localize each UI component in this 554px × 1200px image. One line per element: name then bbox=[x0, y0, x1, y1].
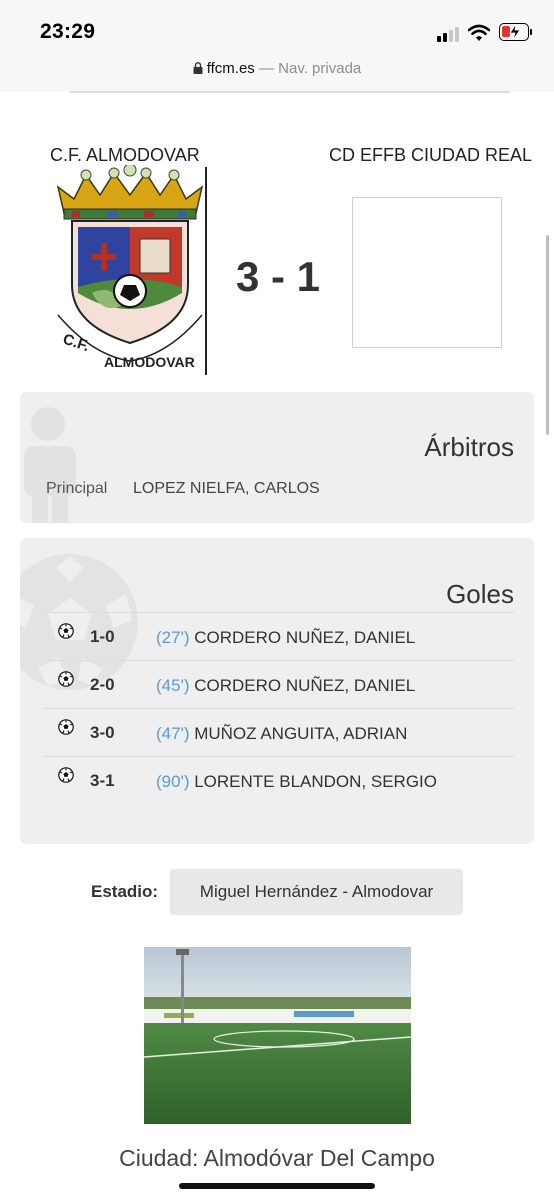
home-team-name[interactable]: C.F. ALMODOVAR bbox=[50, 145, 200, 166]
url-content[interactable]: ffcm.es — Nav. privada bbox=[0, 60, 554, 77]
scroll-indicator[interactable] bbox=[546, 235, 549, 435]
goal-score: 2-0 bbox=[90, 675, 115, 694]
goals-title: Goles bbox=[446, 579, 514, 609]
home-indicator[interactable] bbox=[179, 1183, 375, 1189]
referee-role: Principal bbox=[46, 480, 108, 497]
private-mode-label: Nav. privada bbox=[278, 60, 362, 77]
battery-icon bbox=[499, 23, 529, 41]
url-separator: — bbox=[254, 60, 279, 77]
goal-row: 3-0 (47') MUÑOZ ANGUITA, ADRIAN bbox=[44, 708, 514, 756]
goal-row: 3-1 (90') LORENTE BLANDON, SERGIO bbox=[44, 756, 514, 804]
soccer-ball-icon bbox=[58, 623, 74, 639]
svg-text:C.F.: C.F. bbox=[61, 331, 92, 355]
stadium-label: Estadio: bbox=[91, 882, 159, 901]
header-divider bbox=[70, 91, 510, 93]
goal-player[interactable]: MUÑOZ ANGUITA, ADRIAN bbox=[194, 724, 407, 743]
referee-name[interactable]: LOPEZ NIELFA, CARLOS bbox=[133, 480, 320, 497]
goal-minute: (27') CORDERO NUÑEZ, DANIEL bbox=[156, 628, 416, 647]
goal-player[interactable]: CORDERO NUÑEZ, DANIEL bbox=[194, 628, 415, 647]
svg-text:ALMODOVAR: ALMODOVAR bbox=[104, 354, 195, 370]
soccer-ball-icon bbox=[58, 671, 74, 687]
referees-panel: Árbitros Principal LOPEZ NIELFA, CARLOS bbox=[20, 392, 534, 523]
cellular-signal-icon bbox=[437, 26, 463, 42]
status-bar: 23:29 bbox=[0, 0, 554, 56]
url-domain: ffcm.es bbox=[206, 60, 255, 77]
goal-minute: (47') MUÑOZ ANGUITA, ADRIAN bbox=[156, 724, 408, 743]
status-time: 23:29 bbox=[40, 20, 96, 43]
away-team-crest-placeholder[interactable] bbox=[352, 197, 502, 348]
url-bar[interactable]: ffcm.es — Nav. privada bbox=[0, 56, 554, 92]
stadium-name[interactable]: Miguel Hernández - Almodovar bbox=[170, 869, 463, 915]
city-label: Ciudad: Almodóvar Del Campo bbox=[119, 1145, 435, 1171]
goal-minute: (90') LORENTE BLANDON, SERGIO bbox=[156, 772, 437, 791]
goal-score: 3-1 bbox=[90, 771, 115, 790]
goal-row: 2-0 (45') CORDERO NUÑEZ, DANIEL bbox=[44, 660, 514, 708]
wifi-icon bbox=[468, 24, 490, 41]
lock-icon bbox=[193, 62, 203, 74]
referee-silhouette-icon bbox=[24, 407, 76, 523]
soccer-ball-icon bbox=[58, 719, 74, 735]
battery-cap bbox=[530, 29, 532, 35]
goal-minute: (45') CORDERO NUÑEZ, DANIEL bbox=[156, 676, 416, 695]
home-team-crest[interactable]: C.F. ALMODOVAR bbox=[52, 165, 208, 377]
match-score: 3 - 1 bbox=[236, 253, 321, 300]
soccer-ball-icon bbox=[58, 767, 74, 783]
goal-player[interactable]: CORDERO NUÑEZ, DANIEL bbox=[194, 676, 415, 695]
referee-row: Principal LOPEZ NIELFA, CARLOS bbox=[46, 480, 320, 498]
goal-score: 1-0 bbox=[90, 627, 115, 646]
goal-score: 3-0 bbox=[90, 723, 115, 742]
away-team-name[interactable]: CD EFFB CIUDAD REAL bbox=[329, 145, 532, 166]
goal-player[interactable]: LORENTE BLANDON, SERGIO bbox=[194, 772, 437, 791]
referees-title: Árbitros bbox=[424, 432, 514, 462]
goal-row: 1-0 (27') CORDERO NUÑEZ, DANIEL bbox=[44, 612, 514, 660]
goals-panel: Goles 1-0 (27') CORDERO NUÑEZ, DANIEL 2-… bbox=[20, 538, 534, 844]
stadium-photo[interactable] bbox=[144, 947, 411, 1124]
